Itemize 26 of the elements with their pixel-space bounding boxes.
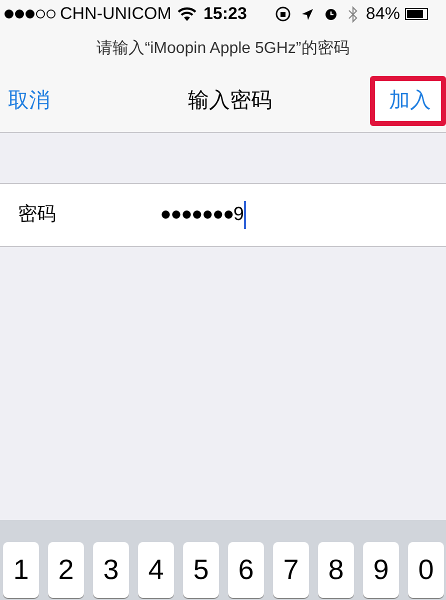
password-field[interactable]: ●●●●●●●9: [160, 195, 446, 235]
alarm-clock-icon: [324, 7, 338, 21]
password-prompt: 请输入“iMoopin Apple 5GHz”的密码: [96, 38, 350, 59]
carrier-name: CHN-UNICOM: [60, 3, 172, 26]
keyboard-key[interactable]: 1: [3, 542, 39, 598]
rotation-lock-icon: [274, 6, 291, 22]
keyboard-key[interactable]: 8: [318, 542, 354, 598]
clock-time: 15:23: [203, 3, 247, 26]
keyboard-key[interactable]: 6: [228, 542, 264, 598]
keyboard-key[interactable]: 7: [273, 542, 309, 598]
wifi-icon: [177, 6, 198, 22]
keyboard-key[interactable]: 3: [93, 542, 129, 598]
password-label: 密码: [18, 202, 57, 227]
keyboard-key[interactable]: 5: [183, 542, 219, 598]
join-button[interactable]: 加入: [370, 76, 446, 126]
battery-icon: [404, 8, 429, 20]
keyboard-key[interactable]: 0: [408, 542, 444, 598]
bluetooth-icon: [348, 6, 358, 22]
signal-icon: [4, 9, 56, 19]
keyboard-key[interactable]: 9: [363, 542, 399, 598]
keyboard-key[interactable]: 2: [48, 542, 84, 598]
location-arrow-icon: [300, 8, 314, 20]
nav-title: 输入密码: [188, 88, 272, 114]
cancel-button[interactable]: 取消: [8, 85, 50, 117]
battery-percentage: 84%: [366, 3, 400, 26]
keyboard-key[interactable]: 4: [138, 542, 174, 598]
